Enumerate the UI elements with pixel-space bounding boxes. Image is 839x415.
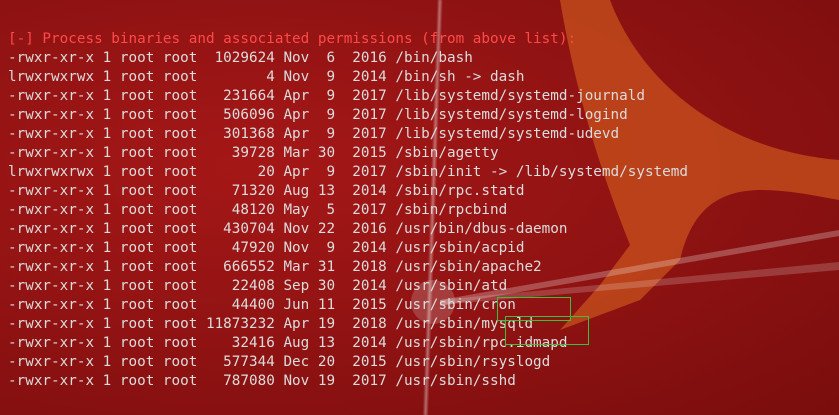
process-binary-line: -rwxr-xr-x 1 root root 48120 May 5 2017 … xyxy=(8,202,508,218)
process-binary-line: -rwxr-xr-x 1 root root 430704 Nov 22 201… xyxy=(8,221,568,237)
process-binary-line: -rwxr-xr-x 1 root root 577344 Dec 20 201… xyxy=(8,354,551,370)
process-binary-line: -rwxr-xr-x 1 root root 1029624 Nov 6 201… xyxy=(8,50,473,66)
process-binary-line: -rwxr-xr-x 1 root root 666552 Mar 31 201… xyxy=(8,259,542,275)
process-binary-line: -rwxr-xr-x 1 root root 506096 Apr 9 2017… xyxy=(8,107,628,123)
process-binary-line: lrwxrwxrwx 1 root root 20 Apr 9 2017 /sb… xyxy=(8,164,688,180)
process-binary-line: -rwxr-xr-x 1 root root 71320 Aug 13 2014… xyxy=(8,183,525,199)
process-binary-line: -rwxr-xr-x 1 root root 39728 Mar 30 2015… xyxy=(8,145,499,161)
process-binary-line: -rwxr-xr-x 1 root root 301368 Apr 9 2017… xyxy=(8,126,620,142)
highlight-box-mysqld xyxy=(505,316,589,345)
process-binary-line: -rwxr-xr-x 1 root root 47920 Nov 9 2014 … xyxy=(8,240,525,256)
section-header: [-] Process binaries and associated perm… xyxy=(8,31,577,47)
process-binary-line: -rwxr-xr-x 1 root root 22408 Sep 30 2014… xyxy=(8,278,508,294)
process-binary-line: -rwxr-xr-x 1 root root 231664 Apr 9 2017… xyxy=(8,88,645,104)
process-binary-line: lrwxrwxrwx 1 root root 4 Nov 9 2014 /bin… xyxy=(8,69,525,85)
process-binary-line: -rwxr-xr-x 1 root root 44400 Jun 11 2015… xyxy=(8,297,516,313)
process-binary-line: -rwxr-xr-x 1 root root 787080 Nov 19 201… xyxy=(8,373,516,389)
